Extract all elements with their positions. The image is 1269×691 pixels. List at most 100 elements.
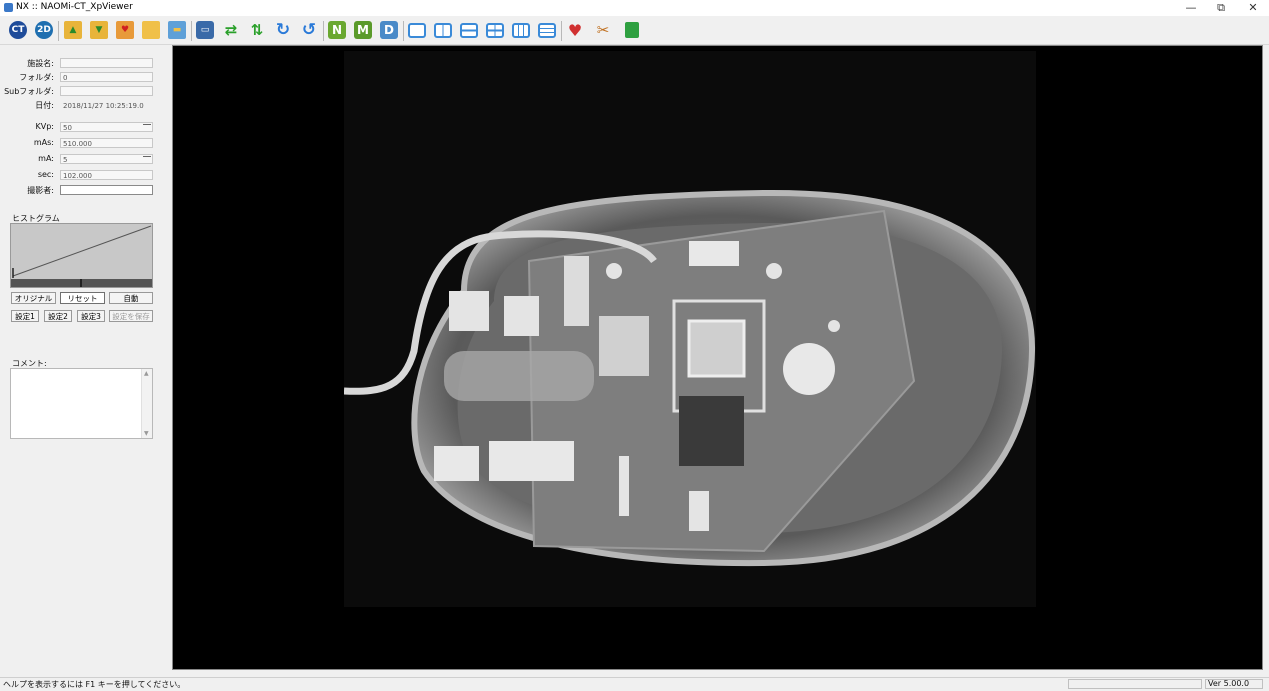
layout-list-icon bbox=[538, 22, 556, 38]
help-text: ヘルプを表示するには F1 キーを押してください。 bbox=[3, 680, 186, 689]
monitor-icon: ▭ bbox=[196, 21, 214, 39]
pad bbox=[689, 491, 709, 531]
histogram-panel[interactable] bbox=[10, 223, 153, 288]
pad bbox=[689, 241, 739, 266]
operator-input[interactable] bbox=[60, 185, 153, 195]
n-tool-button[interactable]: N bbox=[326, 19, 348, 41]
ma-value: 5 bbox=[63, 156, 68, 164]
preset1-button[interactable]: 設定1 bbox=[11, 310, 39, 322]
mas-field: 510.000 bbox=[60, 138, 153, 148]
minimize-button[interactable]: — bbox=[1176, 0, 1206, 16]
m-tool-button[interactable]: M bbox=[352, 19, 374, 41]
lock-icon bbox=[625, 22, 639, 38]
main-chip bbox=[687, 319, 746, 378]
toolbar-separator bbox=[561, 21, 562, 41]
flip-icon: ⇅ bbox=[250, 21, 264, 39]
mas-label: mAs: bbox=[33, 138, 54, 147]
window-title: NX :: NAOMi-CT_XpViewer bbox=[16, 2, 133, 12]
layout-single-button[interactable] bbox=[406, 19, 428, 41]
sec-field: 102.000 bbox=[60, 170, 153, 180]
sec-label: sec: bbox=[37, 170, 54, 179]
d-tool-button[interactable]: D bbox=[378, 19, 400, 41]
2d-label: 2D bbox=[37, 25, 51, 35]
pad bbox=[504, 296, 539, 336]
ma-spinner-icon[interactable] bbox=[143, 156, 151, 163]
folder-stack-button[interactable]: ▬ bbox=[166, 19, 188, 41]
sensor-block bbox=[679, 396, 744, 466]
folder-heart-icon: ♥ bbox=[116, 21, 134, 39]
lock-button[interactable] bbox=[621, 19, 643, 41]
folder-up-icon: ▲ bbox=[64, 21, 82, 39]
toolbar-separator bbox=[403, 21, 404, 41]
kvp-field[interactable]: 50 bbox=[60, 122, 153, 132]
image-viewer[interactable] bbox=[172, 45, 1263, 670]
close-button[interactable]: ✕ bbox=[1238, 0, 1268, 16]
subfolder-label: Subフォルダ: bbox=[4, 87, 54, 96]
title-bar: NX :: NAOMi-CT_XpViewer — ⧉ ✕ bbox=[0, 0, 1269, 16]
preset3-button[interactable]: 設定3 bbox=[77, 310, 105, 322]
original-button[interactable]: オリジナル bbox=[11, 292, 56, 304]
pad bbox=[449, 291, 489, 331]
folder-open-icon bbox=[142, 21, 160, 39]
comment-scrollbar[interactable]: ▲ ▼ bbox=[141, 369, 152, 438]
m-tool-icon: M bbox=[354, 21, 372, 39]
ma-label: mA: bbox=[38, 154, 54, 163]
layout-grid-button[interactable] bbox=[510, 19, 532, 41]
facility-label: 施設名: bbox=[27, 59, 54, 68]
preset2-button[interactable]: 設定2 bbox=[44, 310, 72, 322]
toolbar-separator bbox=[323, 21, 324, 41]
folder-open-button[interactable] bbox=[140, 19, 162, 41]
folder-stack-icon: ▬ bbox=[168, 21, 186, 39]
pad bbox=[489, 441, 574, 481]
flip-button[interactable]: ⇅ bbox=[246, 19, 268, 41]
folder-field: 0 bbox=[60, 72, 153, 82]
auto-button[interactable]: 自動 bbox=[109, 292, 153, 304]
facility-field bbox=[60, 58, 153, 68]
layout-quad-button[interactable] bbox=[484, 19, 506, 41]
pad bbox=[434, 446, 479, 481]
rotate-swap-button[interactable]: ⇄ bbox=[220, 19, 242, 41]
m-tool-label: M bbox=[357, 23, 369, 37]
kvp-spinner-icon[interactable] bbox=[143, 124, 151, 131]
ct-label: CT bbox=[11, 25, 25, 35]
folder-up-button[interactable]: ▲ bbox=[62, 19, 84, 41]
pad bbox=[606, 263, 622, 279]
toolbar-separator bbox=[58, 21, 59, 41]
pad bbox=[828, 320, 840, 332]
layout-split-vertical-button[interactable] bbox=[432, 19, 454, 41]
status-bar: ヘルプを表示するには F1 キーを押してください。 Ver 5.00.0 bbox=[0, 677, 1269, 691]
layout-list-button[interactable] bbox=[536, 19, 558, 41]
scroll-up-icon[interactable]: ▲ bbox=[144, 370, 149, 377]
ct-icon: CT bbox=[9, 21, 27, 39]
folder-label: フォルダ: bbox=[19, 73, 54, 82]
pad bbox=[766, 263, 782, 279]
comment-textarea[interactable]: ▲ ▼ bbox=[10, 368, 153, 439]
tools-button[interactable]: ✂ bbox=[592, 19, 614, 41]
2d-button[interactable]: 2D bbox=[33, 19, 55, 41]
layout-single-icon bbox=[408, 22, 426, 38]
check-heart-icon: ♥ bbox=[567, 20, 583, 40]
layout-split-vertical-icon bbox=[434, 22, 452, 38]
save-preset-button[interactable]: 設定を保存 bbox=[109, 310, 153, 322]
date-label: 日付: bbox=[35, 101, 54, 110]
n-tool-icon: N bbox=[328, 21, 346, 39]
n-tool-label: N bbox=[331, 23, 343, 37]
reset-button[interactable]: リセット bbox=[60, 292, 105, 304]
folder-heart-button[interactable]: ♥ bbox=[114, 19, 136, 41]
kvp-value: 50 bbox=[63, 124, 72, 132]
pad bbox=[564, 256, 589, 326]
histogram-line bbox=[12, 225, 152, 277]
xray-image bbox=[343, 51, 1036, 607]
scroll-down-icon[interactable]: ▼ bbox=[144, 430, 149, 437]
monitor-button[interactable]: ▭ bbox=[194, 19, 216, 41]
ma-field[interactable]: 5 bbox=[60, 154, 153, 164]
undo-button[interactable]: ↺ bbox=[298, 19, 320, 41]
folder-down-button[interactable]: ▼ bbox=[88, 19, 110, 41]
xray-mouse-drawing bbox=[343, 189, 1036, 567]
maximize-button[interactable]: ⧉ bbox=[1206, 0, 1236, 16]
ct-button[interactable]: CT bbox=[7, 19, 29, 41]
redo-button[interactable]: ↻ bbox=[272, 19, 294, 41]
check-heart-button[interactable]: ♥ bbox=[564, 19, 586, 41]
layout-grid-icon bbox=[512, 22, 530, 38]
layout-split-horizontal-button[interactable] bbox=[458, 19, 480, 41]
